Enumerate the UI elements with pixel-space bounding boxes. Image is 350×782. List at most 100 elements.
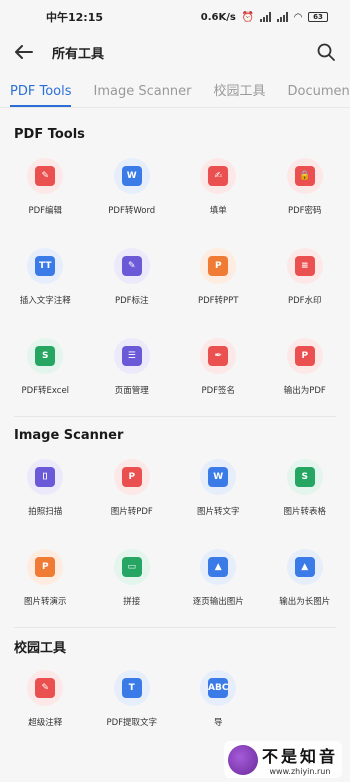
tool-glyph: ✎	[35, 166, 56, 186]
tool-item[interactable]: S PDF转Excel	[2, 326, 89, 416]
pdf-markup-icon: ✎	[113, 248, 150, 284]
tool-glyph: S	[35, 346, 56, 366]
alarm-icon: ⏰	[241, 11, 255, 23]
tool-label: 输出为长图片	[279, 597, 331, 607]
abc-icon: ABC	[200, 670, 237, 706]
image-to-slides-icon: P	[27, 549, 64, 585]
watermark-url: www.zhiyin.run	[269, 767, 331, 776]
tool-item[interactable]: ABC 导	[175, 658, 262, 748]
tool-label: 图片转表格	[283, 507, 326, 517]
tool-glyph: ≡	[294, 256, 315, 276]
tool-item[interactable]: ▭ 拼接	[89, 537, 176, 627]
tools-content: PDF Tools ✎ PDF编辑 W PDF转Word ✍ 填单 🔒 PDF密码 TT 插入文字注…	[0, 108, 350, 748]
tool-glyph: ✎	[35, 678, 56, 698]
tool-item[interactable]: P PDF转PPT	[175, 236, 262, 326]
tool-label: PDF转PPT	[197, 296, 239, 306]
export-pages-image-icon: ▲	[200, 549, 237, 585]
tool-label: 插入文字注释	[19, 296, 71, 306]
tool-item[interactable]: ✒ PDF签名	[175, 326, 262, 416]
pdf-to-excel-icon: S	[27, 338, 64, 374]
search-icon[interactable]	[314, 40, 338, 64]
stitch-icon: ▭	[113, 549, 150, 585]
image-to-text-icon: W	[200, 459, 237, 495]
tab-campus-tools[interactable]: 校园工具	[214, 80, 266, 107]
tab-document[interactable]: Document	[288, 84, 350, 107]
tool-glyph: P	[121, 467, 142, 487]
tool-glyph: W	[121, 166, 142, 186]
tool-glyph: ▲	[294, 557, 315, 577]
tool-item[interactable]: ✎ PDF编辑	[2, 146, 89, 236]
wifi-icon: ◠	[294, 11, 302, 23]
tool-glyph: ⌷	[35, 467, 56, 487]
tool-label: 逐页输出图片	[192, 597, 244, 607]
tool-item[interactable]: W PDF转Word	[89, 146, 176, 236]
tool-glyph: ✎	[121, 256, 142, 276]
tool-grid: ✎ PDF编辑 W PDF转Word ✍ 填单 🔒 PDF密码 TT 插入文字注释 ✎ PDF标注 P P…	[0, 146, 350, 416]
pdf-edit-icon: ✎	[27, 158, 64, 194]
tool-item[interactable]: ✍ 填单	[175, 146, 262, 236]
tool-glyph: P	[35, 557, 56, 577]
tool-item[interactable]: 🔒 PDF密码	[262, 146, 349, 236]
page-title: 所有工具	[52, 46, 105, 62]
tool-section: Image Scanner ⌷ 拍照扫描 P 图片转PDF W 图片转文字 S 图片转表格 P 图片…	[0, 417, 350, 627]
pdf-sign-icon: ✒	[200, 338, 237, 374]
super-annotation-icon: ✎	[27, 670, 64, 706]
tool-label: 输出为PDF	[283, 386, 326, 396]
export-pdf-icon: P	[286, 338, 323, 374]
tab-pdf-tools[interactable]: PDF Tools	[10, 84, 72, 107]
watermark-title: 不是知音	[261, 747, 338, 766]
tool-item[interactable]: S 图片转表格	[262, 447, 349, 537]
tool-item[interactable]: ≡ PDF水印	[262, 236, 349, 326]
tool-item[interactable]: ✎ PDF标注	[89, 236, 176, 326]
tool-item[interactable]: T PDF提取文字	[89, 658, 176, 748]
tool-section: 校园工具 ✎ 超级注释 T PDF提取文字 ABC 导	[0, 628, 350, 748]
tool-item[interactable]: ⌷ 拍照扫描	[2, 447, 89, 537]
tool-item[interactable]: P 输出为PDF	[262, 326, 349, 416]
tool-item[interactable]: W 图片转文字	[175, 447, 262, 537]
tool-section: PDF Tools ✎ PDF编辑 W PDF转Word ✍ 填单 🔒 PDF密码 TT 插入文字注…	[0, 108, 350, 416]
tool-item[interactable]: TT 插入文字注释	[2, 236, 89, 326]
tool-label: 页面管理	[114, 386, 149, 396]
back-arrow-icon[interactable]	[12, 40, 36, 64]
tool-label: PDF提取文字	[106, 718, 158, 728]
tool-item[interactable]: P 图片转PDF	[89, 447, 176, 537]
tool-label: 导	[213, 718, 223, 728]
tool-glyph: S	[294, 467, 315, 487]
pdf-to-word-icon: W	[113, 158, 150, 194]
photo-scan-icon: ⌷	[27, 459, 64, 495]
tool-label: 拼接	[123, 597, 141, 607]
signal-icon	[260, 12, 272, 22]
tool-grid: ⌷ 拍照扫描 P 图片转PDF W 图片转文字 S 图片转表格 P 图片转演示 ▭ 拼接 ▲ 逐页输出图片…	[0, 447, 350, 627]
tool-glyph: ABC	[208, 678, 228, 698]
tool-grid: ✎ 超级注释 T PDF提取文字 ABC 导	[0, 658, 350, 748]
tool-glyph: ✍	[208, 166, 229, 186]
tool-label: PDF转Excel	[21, 386, 70, 396]
tool-glyph: T	[121, 678, 142, 698]
tool-item[interactable]: ▲ 输出为长图片	[262, 537, 349, 627]
page-manage-icon: ☰	[113, 338, 150, 374]
tool-label: 拍照扫描	[28, 507, 63, 517]
status-time: 中午12:15	[46, 11, 104, 24]
network-speed: 0.6K/s	[200, 11, 236, 23]
tool-label: PDF密码	[287, 206, 322, 216]
tool-label: 图片转文字	[196, 507, 240, 517]
tool-label: 填单	[209, 206, 227, 216]
image-to-table-icon: S	[286, 459, 323, 495]
section-title: Image Scanner	[14, 427, 124, 443]
tool-label: PDF编辑	[28, 206, 63, 216]
tool-item[interactable]: P 图片转演示	[2, 537, 89, 627]
tool-item[interactable]: ▲ 逐页输出图片	[175, 537, 262, 627]
tool-glyph: P	[208, 256, 229, 276]
watermark-logo-icon	[227, 744, 258, 775]
tool-label: PDF转Word	[108, 206, 156, 216]
tool-item[interactable]: ✎ 超级注释	[2, 658, 89, 748]
tool-glyph: ▭	[121, 557, 142, 577]
tool-label: 图片转PDF	[110, 507, 153, 517]
tool-glyph: ▲	[208, 557, 229, 577]
tool-label: PDF标注	[114, 296, 149, 306]
tab-image-scanner[interactable]: Image Scanner	[93, 84, 191, 107]
tool-item[interactable]: ☰ 页面管理	[89, 326, 176, 416]
signal-icon	[277, 12, 289, 22]
pdf-lock-icon: 🔒	[286, 158, 323, 194]
status-bar: 中午12:15 0.6K/s ⏰ ◠ 63	[0, 0, 350, 34]
